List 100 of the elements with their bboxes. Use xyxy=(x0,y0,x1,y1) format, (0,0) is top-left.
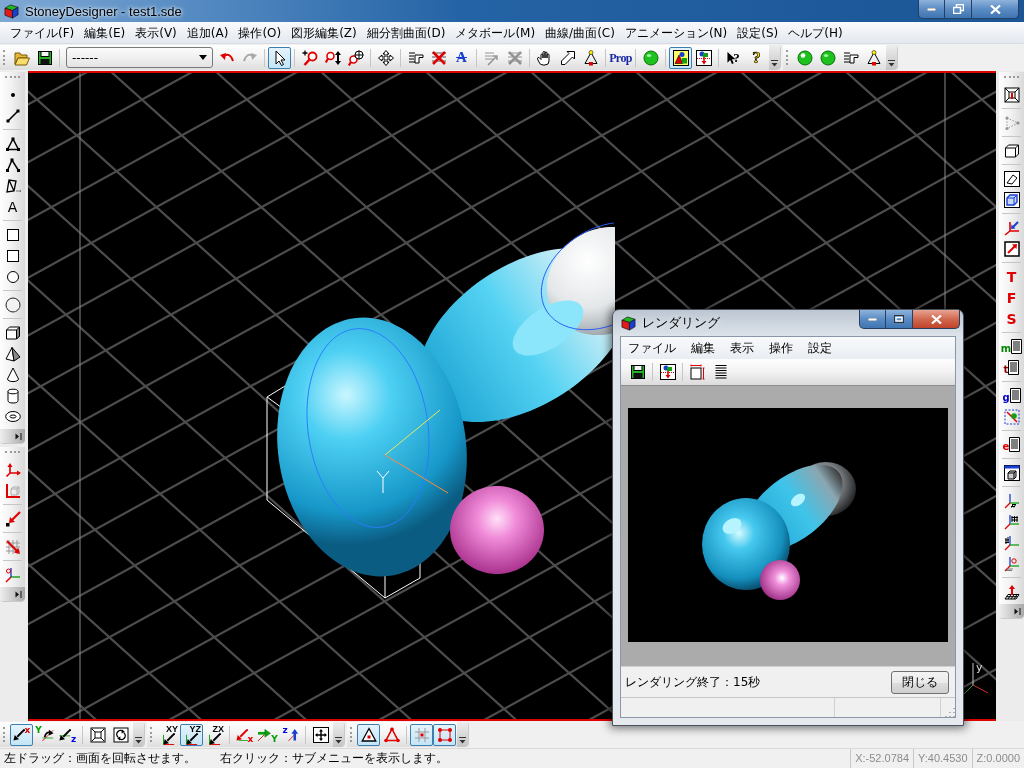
grip-handle[interactable] xyxy=(5,451,20,455)
overflow-button[interactable] xyxy=(457,722,468,747)
pointing-hand-icon xyxy=(842,49,859,66)
maximize-icon xyxy=(894,315,904,323)
menu-item[interactable]: 図形編集(Z) xyxy=(286,22,362,43)
status-text: 右クリック：サブメニューを表示します。 xyxy=(220,751,448,766)
chevron-icon xyxy=(459,737,466,744)
close-dialog-button[interactable]: 閉じる xyxy=(891,670,949,694)
menu-item[interactable]: メタボール(M) xyxy=(450,22,541,43)
resize-grip-icon xyxy=(945,707,955,717)
grip-handle[interactable] xyxy=(150,727,154,742)
maximize-button[interactable] xyxy=(886,310,913,329)
grip-handle[interactable] xyxy=(786,50,790,65)
torus-icon xyxy=(4,411,21,422)
fit-frame-icon xyxy=(89,726,106,743)
menu-item[interactable]: ファイル(F) xyxy=(5,22,80,43)
axes-grid-icon xyxy=(1003,534,1020,551)
plane-view-button[interactable]: ZX xyxy=(203,723,226,746)
axis-arrows-icon xyxy=(4,461,21,478)
menu-item[interactable]: 編集(E) xyxy=(79,22,131,43)
menu-item[interactable]: 表示 xyxy=(730,339,754,357)
menu-item[interactable]: 設定 xyxy=(808,339,832,357)
document-button[interactable]: g xyxy=(1000,385,1023,406)
chevron-icon xyxy=(15,432,22,440)
close-button[interactable] xyxy=(913,310,960,329)
text-button[interactable]: A xyxy=(1,196,24,217)
cube-logo-icon xyxy=(4,3,19,19)
grip-handle[interactable] xyxy=(1004,76,1019,80)
menu-item[interactable]: 曲線/曲面(C) xyxy=(540,22,620,43)
window-icon xyxy=(1003,464,1020,481)
menu-item[interactable]: 細分割曲面(D) xyxy=(361,22,451,43)
menu-item[interactable]: 設定(S) xyxy=(732,22,784,43)
minimize-icon xyxy=(927,7,936,11)
hand-icon xyxy=(536,49,553,66)
menu-item[interactable]: 追加(A) xyxy=(181,22,234,43)
grip-handle[interactable] xyxy=(3,727,7,742)
coordinate-readout: Y:40.4530 xyxy=(913,749,972,768)
overflow-button[interactable] xyxy=(0,429,25,443)
menu-item[interactable]: ヘルプ(H) xyxy=(783,22,848,43)
view-button[interactable]: z xyxy=(56,723,79,746)
chevron-icon xyxy=(771,60,778,67)
letter-button[interactable]: S xyxy=(1000,308,1023,329)
document-button[interactable]: m xyxy=(1000,336,1023,357)
move-button[interactable]: z xyxy=(279,723,302,746)
overflow-button[interactable] xyxy=(886,45,897,70)
arrow-icon xyxy=(257,728,272,741)
move-cross-icon xyxy=(312,726,329,743)
square-icon xyxy=(6,249,19,262)
minimize-button[interactable] xyxy=(859,310,886,329)
eraser-icon xyxy=(1003,170,1020,187)
grip-handle[interactable] xyxy=(5,76,20,80)
menu-item[interactable]: 操作 xyxy=(769,339,793,357)
overflow-button[interactable] xyxy=(769,45,780,70)
view-select[interactable]: ------ xyxy=(66,47,213,68)
document-button[interactable]: t xyxy=(1000,357,1023,378)
arrow-icon xyxy=(4,510,21,527)
redo-icon xyxy=(241,51,258,64)
letter-button[interactable]: F xyxy=(1000,287,1023,308)
frame-size-icon xyxy=(689,364,706,380)
overflow-button[interactable] xyxy=(333,722,344,747)
axes-grid-icon xyxy=(1003,513,1020,530)
letter-button[interactable]: T xyxy=(1000,266,1023,287)
grid-icon xyxy=(413,726,430,743)
render-button[interactable] xyxy=(669,46,692,69)
plane-view-button[interactable]: YZ xyxy=(180,723,203,746)
window-title: StoneyDesigner - test1.sde xyxy=(25,3,182,19)
status-text: レンダリング終了：15秒 xyxy=(625,673,761,691)
properties-button[interactable]: Prop xyxy=(609,46,632,69)
help-pointer-button[interactable]: ? xyxy=(722,46,745,69)
axes-grid-icon xyxy=(1003,555,1020,572)
grip-handle[interactable] xyxy=(3,50,7,65)
dots-icon xyxy=(436,726,453,743)
minimize-button[interactable] xyxy=(918,0,945,19)
chevron-icon xyxy=(335,737,342,744)
chevron-icon xyxy=(1014,607,1021,615)
letter-button[interactable]: A xyxy=(450,46,473,69)
select-button[interactable] xyxy=(268,46,291,69)
restore-button[interactable] xyxy=(945,0,972,19)
grip-handle[interactable] xyxy=(350,727,354,742)
document-button[interactable]: e xyxy=(1000,434,1023,455)
overflow-button[interactable] xyxy=(999,604,1024,618)
menu-item[interactable]: アニメーション(N) xyxy=(619,22,733,43)
move-button[interactable]: x xyxy=(233,723,256,746)
pyramid-icon xyxy=(4,345,21,362)
view-button[interactable]: x xyxy=(10,723,33,746)
menu-item[interactable]: ファイル xyxy=(628,339,676,357)
undo-icon xyxy=(218,51,235,64)
close-button[interactable] xyxy=(972,0,1019,19)
chevron-icon xyxy=(135,737,142,744)
menu-item[interactable]: 編集 xyxy=(691,339,715,357)
menu-item[interactable]: 操作(O) xyxy=(233,22,287,43)
triangle-button[interactable] xyxy=(357,723,380,746)
grid-arrow-icon xyxy=(4,538,21,555)
overflow-button[interactable] xyxy=(133,722,144,747)
overflow-button[interactable] xyxy=(0,587,25,601)
plane-view-button[interactable]: XY xyxy=(157,723,180,746)
axes-grid-icon xyxy=(1003,492,1020,509)
dots-button[interactable] xyxy=(433,723,456,746)
menu-item[interactable]: 表示(V) xyxy=(130,22,182,43)
minimize-icon xyxy=(868,317,877,321)
